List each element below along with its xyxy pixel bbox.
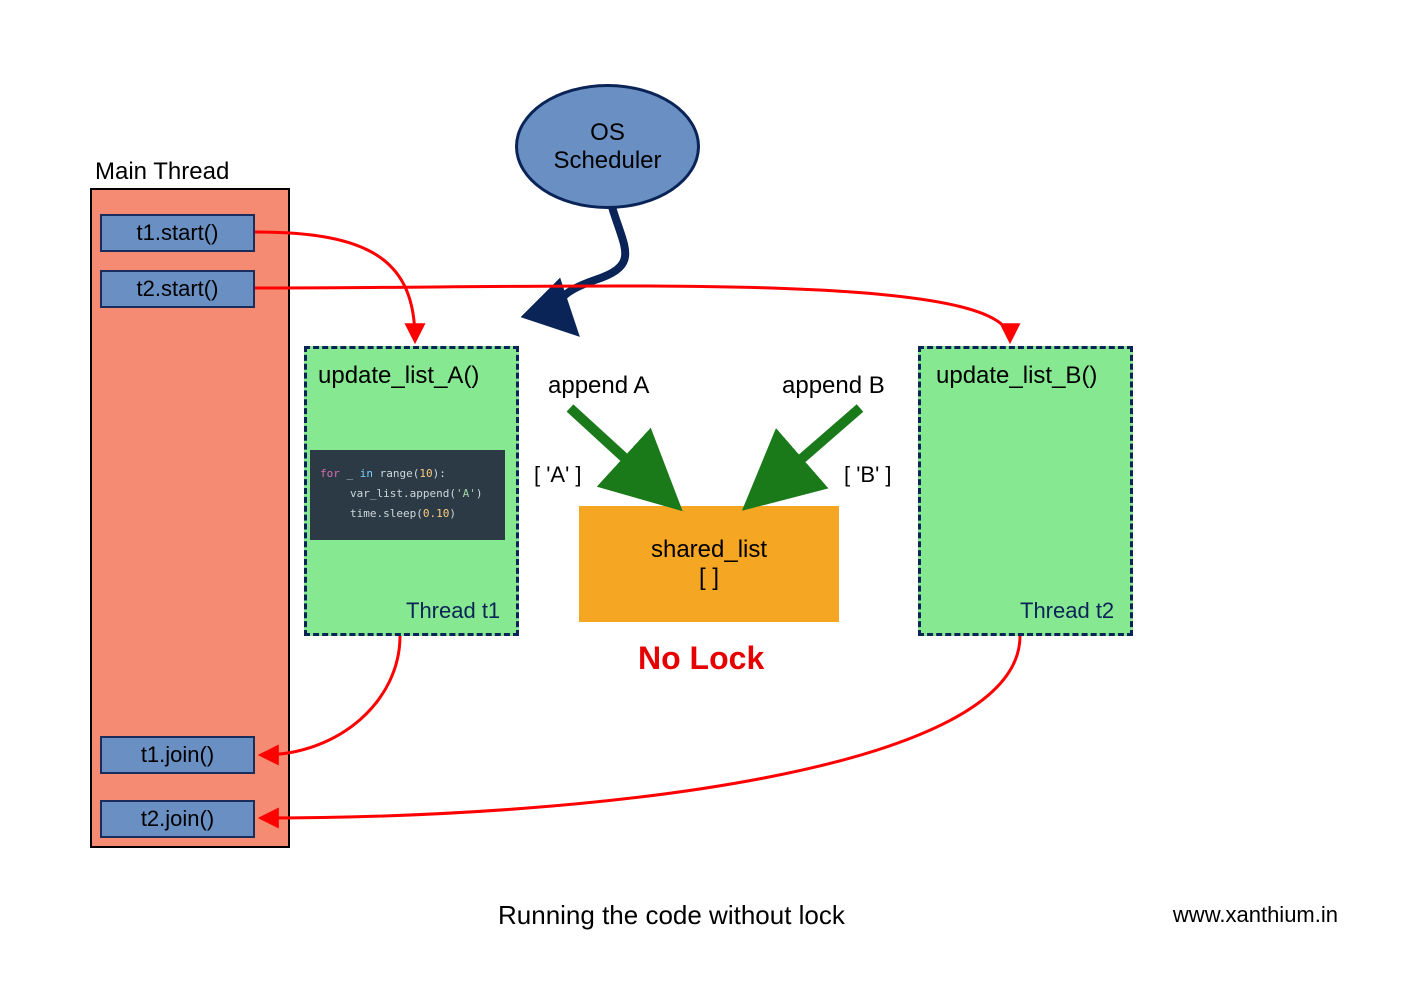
append-b-label: append B (782, 372, 885, 400)
os-scheduler: OS Scheduler (515, 84, 700, 209)
thread-t2-function: update_list_B() (936, 362, 1097, 390)
shared-list-name: shared_list (651, 536, 767, 564)
append-a-arrow (570, 408, 665, 495)
thread-t1-label: Thread t1 (406, 598, 500, 624)
shared-list-brackets: [ ] (699, 564, 719, 592)
website-url: www.xanthium.in (1173, 902, 1338, 928)
code-kw-for: for (320, 467, 340, 480)
scheduler-arrow (558, 207, 625, 325)
t2-start-arrow (255, 286, 1010, 340)
thread-t1-function: update_list_A() (318, 362, 479, 390)
thread-t2-label: Thread t2 (1020, 598, 1114, 624)
value-b-label: [ 'B' ] (844, 462, 892, 488)
scheduler-line2: Scheduler (553, 147, 661, 175)
diagram-caption: Running the code without lock (498, 900, 845, 931)
code-snippet: for _ in range(10): var_list.append('A')… (310, 450, 505, 540)
value-a-label: [ 'A' ] (534, 462, 582, 488)
t2-join-button: t2.join() (100, 800, 255, 838)
scheduler-line1: OS (590, 119, 625, 147)
t2-start-button: t2.start() (100, 270, 255, 308)
no-lock-label: No Lock (638, 640, 764, 677)
code-kw-in: in (360, 467, 373, 480)
main-thread-title: Main Thread (95, 158, 229, 186)
shared-list-box: shared_list [ ] (579, 506, 839, 622)
t1-start-button: t1.start() (100, 214, 255, 252)
append-a-label: append A (548, 372, 649, 400)
t1-join-button: t1.join() (100, 736, 255, 774)
